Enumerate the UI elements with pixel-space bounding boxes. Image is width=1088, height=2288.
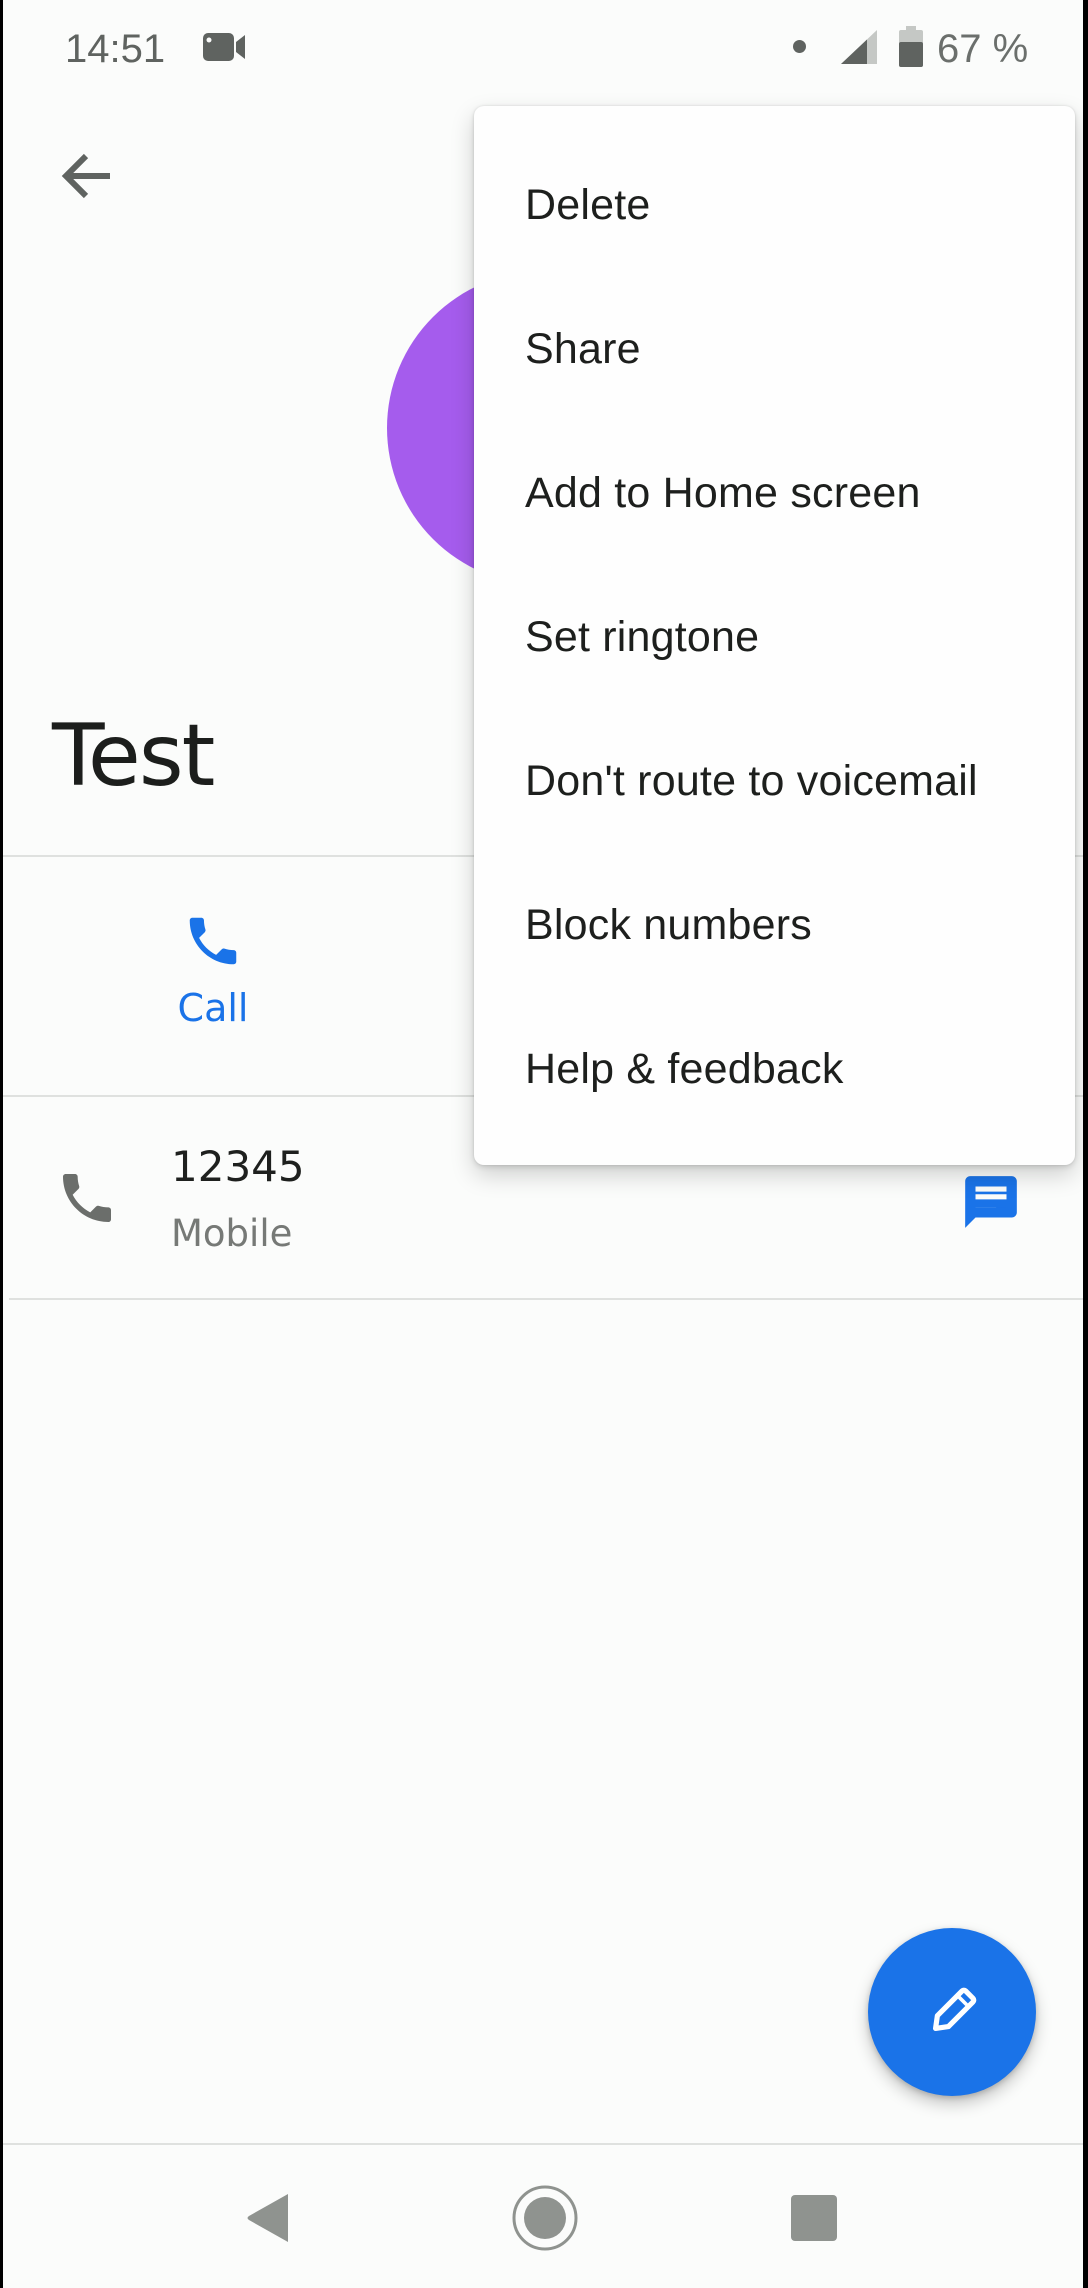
call-button[interactable]: Call — [113, 870, 313, 1080]
phone-icon — [63, 1174, 111, 1222]
divider — [9, 1298, 1083, 1300]
call-label: Call — [177, 986, 249, 1030]
back-triangle-icon — [247, 2194, 288, 2242]
back-button[interactable] — [38, 128, 134, 224]
battery-percentage: 67 % — [937, 27, 1029, 71]
menu-item-set-ringtone[interactable]: Set ringtone — [474, 565, 1075, 709]
signal-icon — [841, 30, 877, 64]
edit-contact-fab[interactable] — [868, 1928, 1036, 2096]
system-navigation-bar — [3, 2145, 1083, 2288]
menu-item-block-numbers[interactable]: Block numbers — [474, 853, 1075, 997]
menu-item-add-to-home-screen[interactable]: Add to Home screen — [474, 421, 1075, 565]
phone-number: 12345 — [171, 1142, 305, 1191]
pencil-edit-icon — [932, 1987, 977, 2032]
send-message-button[interactable] — [951, 1162, 1031, 1242]
nav-home-button[interactable] — [500, 2173, 590, 2263]
message-icon — [965, 1176, 1017, 1228]
home-circle-icon — [512, 2185, 578, 2251]
contact-details-screen: 14:51 67 % Test Call 12345 Mobile Delete… — [3, 0, 1083, 2288]
nav-recents-button[interactable] — [769, 2173, 859, 2263]
phone-type: Mobile — [171, 1212, 293, 1255]
menu-item-dont-route-to-voicemail[interactable]: Don't route to voicemail — [474, 709, 1075, 853]
battery-icon — [899, 26, 923, 67]
video-camera-icon — [203, 33, 245, 61]
nav-back-button[interactable] — [224, 2173, 314, 2263]
recents-square-icon — [791, 2195, 837, 2241]
menu-item-delete[interactable]: Delete — [474, 133, 1075, 277]
status-time: 14:51 — [65, 27, 166, 71]
arrow-back-icon — [61, 153, 110, 199]
contact-name: Test — [52, 706, 215, 806]
status-bar: 14:51 67 % — [3, 0, 1083, 96]
phone-icon — [189, 917, 237, 965]
menu-item-share[interactable]: Share — [474, 277, 1075, 421]
menu-item-help-feedback[interactable]: Help & feedback — [474, 997, 1075, 1141]
notification-dot-icon — [793, 40, 806, 53]
overflow-menu: Delete Share Add to Home screen Set ring… — [474, 106, 1075, 1165]
